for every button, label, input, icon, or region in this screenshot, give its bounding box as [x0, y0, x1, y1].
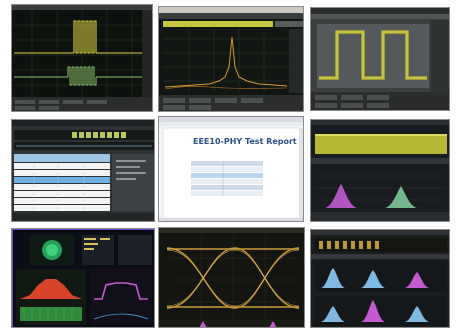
test-report-document: EEE10-PHY Test Report: [158, 116, 304, 222]
spectrum-view-screen: [158, 6, 304, 112]
signal-analysis-dashboard: [11, 228, 155, 328]
square-wave-screen: [310, 7, 450, 111]
decode-table-rows: [14, 163, 110, 211]
eye-diagram-screen: [158, 227, 305, 328]
burst-waveform-screen: [11, 4, 153, 112]
multi-histogram-screen: [310, 229, 450, 328]
histogram-view-screen: [310, 119, 450, 222]
report-title: EEE10-PHY Test Report: [193, 137, 297, 146]
protocol-decode-screen: [11, 119, 155, 222]
